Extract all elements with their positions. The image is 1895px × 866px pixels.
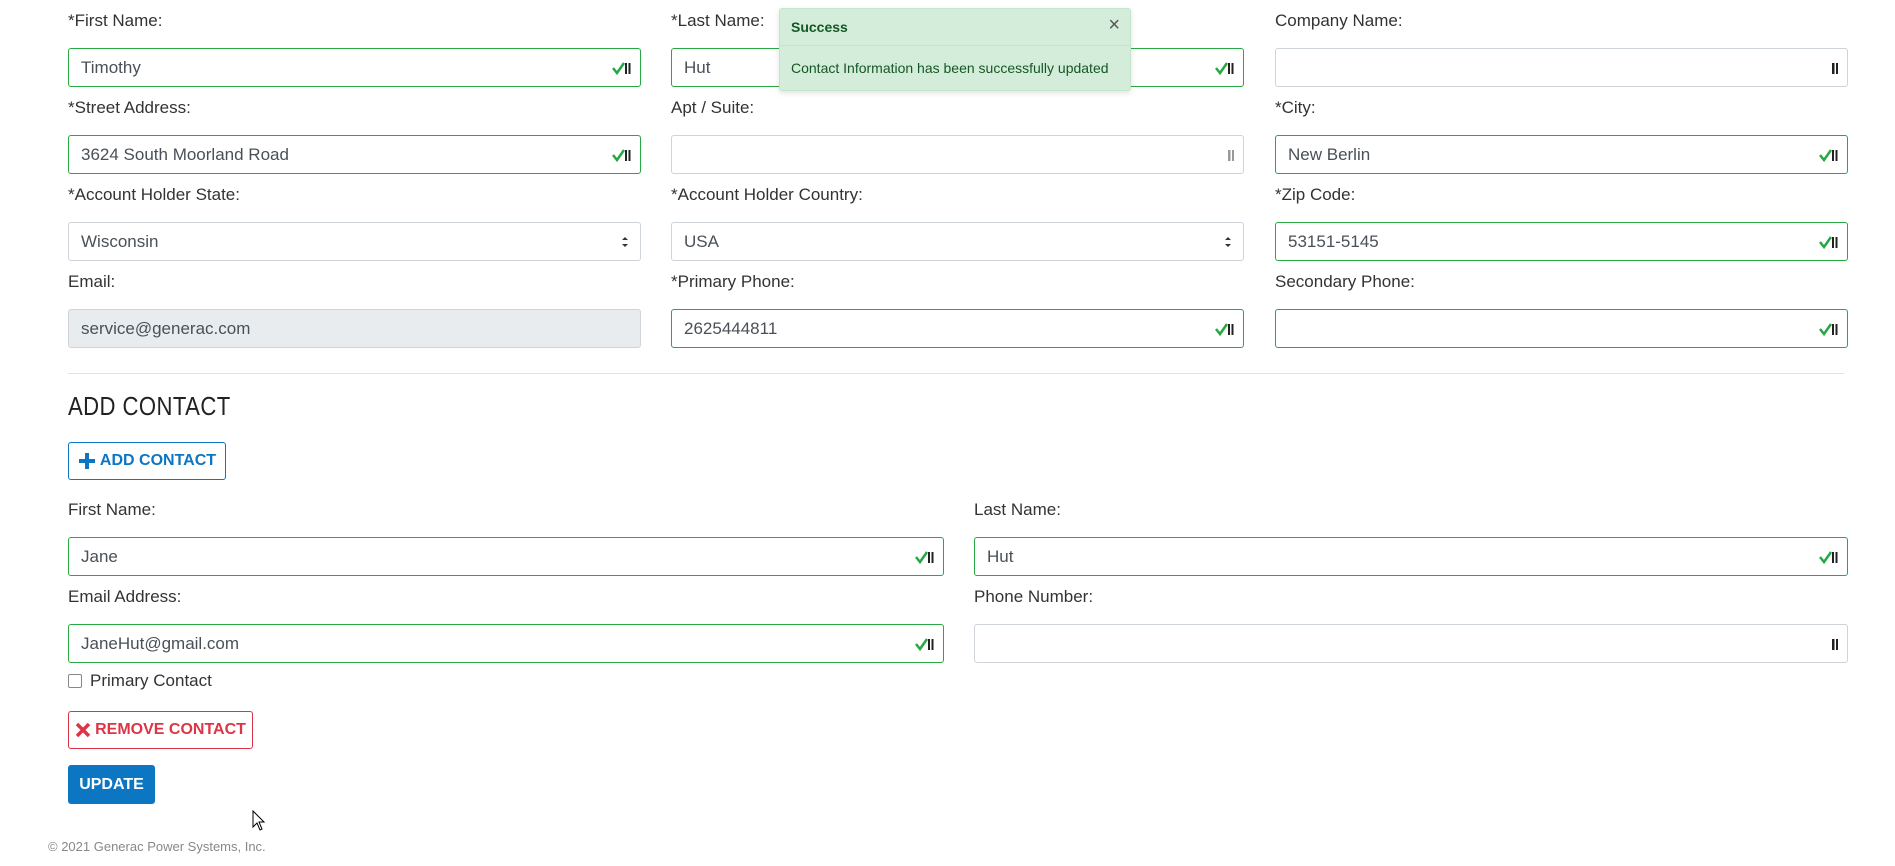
street-address-input[interactable]: 3624 South Moorland Road	[68, 135, 641, 174]
primary-phone-label: *Primary Phone:	[671, 272, 795, 291]
email-label: Email:	[68, 272, 116, 291]
contact-last-name-field: Last Name: Hut	[974, 499, 1848, 576]
contact-phone-field: Phone Number:	[974, 586, 1848, 663]
footer-copyright: © 2021 Generac Power Systems, Inc.	[48, 839, 266, 854]
secondary-phone-input[interactable]	[1275, 309, 1848, 348]
email-value: service@generac.com	[81, 319, 251, 338]
contact-phone-label: Phone Number:	[974, 587, 1094, 606]
email-field: Email: service@generac.com	[68, 271, 641, 348]
first-name-input[interactable]: Timothy	[68, 48, 641, 87]
update-button-label: UPDATE	[79, 775, 144, 793]
contact-first-name-input[interactable]: Jane	[68, 537, 944, 576]
primary-phone-field: *Primary Phone: 2625444811	[671, 271, 1244, 348]
valid-check-icon	[1819, 551, 1838, 565]
apt-suite-input[interactable]	[671, 135, 1244, 174]
section-divider	[68, 373, 1844, 374]
street-address-value: 3624 South Moorland Road	[81, 145, 289, 164]
contact-phone-input[interactable]	[974, 624, 1848, 663]
street-address-field: *Street Address: 3624 South Moorland Roa…	[68, 97, 641, 174]
country-value: USA	[684, 232, 719, 251]
state-label: *Account Holder State:	[68, 185, 240, 204]
street-address-label: *Street Address:	[68, 98, 191, 117]
contact-first-name-value: Jane	[81, 547, 118, 566]
city-label: *City:	[1275, 98, 1316, 117]
add-contact-button-label: ADD CONTACT	[99, 452, 217, 469]
company-name-field: Company Name:	[1275, 10, 1848, 87]
state-value: Wisconsin	[81, 232, 159, 251]
country-label: *Account Holder Country:	[671, 185, 863, 204]
toast-message: Contact Information has been successfull…	[791, 60, 1109, 76]
valid-check-icon	[1819, 323, 1838, 337]
primary-phone-input[interactable]: 2625444811	[671, 309, 1244, 348]
contact-email-label: Email Address:	[68, 587, 182, 606]
first-name-field: *First Name: Timothy	[68, 10, 641, 87]
toast-title: Success	[791, 19, 848, 35]
contact-last-name-label: Last Name:	[974, 500, 1061, 519]
password-manager-icon[interactable]	[1819, 60, 1839, 76]
first-name-label: *First Name:	[68, 11, 163, 30]
last-name-value: Hut	[684, 58, 711, 77]
password-manager-icon[interactable]	[1819, 636, 1839, 652]
contact-email-input[interactable]: JaneHut@gmail.com	[68, 624, 944, 663]
select-caret-icon	[622, 237, 628, 247]
primary-contact-row: Primary Contact	[68, 669, 212, 693]
close-icon[interactable]: ×	[1108, 15, 1120, 35]
contact-last-name-value: Hut	[987, 547, 1014, 566]
primary-phone-value: 2625444811	[684, 319, 778, 338]
remove-contact-button[interactable]: REMOVE CONTACT	[68, 711, 253, 749]
zip-value: 53151-5145	[1288, 232, 1379, 251]
toast-header: Success ×	[780, 9, 1130, 46]
city-value: New Berlin	[1288, 145, 1371, 164]
state-field: *Account Holder State: Wisconsin	[68, 184, 641, 261]
mouse-cursor-icon	[252, 810, 266, 831]
company-name-label: Company Name:	[1275, 11, 1403, 30]
add-contact-heading: ADD CONTACT	[68, 391, 231, 421]
state-select[interactable]: Wisconsin	[68, 222, 641, 261]
contact-first-name-field: First Name: Jane	[68, 499, 944, 576]
contact-last-name-input[interactable]: Hut	[974, 537, 1848, 576]
valid-check-icon	[1215, 62, 1234, 76]
zip-input[interactable]: 53151-5145	[1275, 222, 1848, 261]
x-icon	[75, 722, 91, 738]
apt-suite-field: Apt / Suite:	[671, 97, 1244, 174]
valid-check-icon	[1819, 149, 1838, 163]
password-manager-icon[interactable]	[1215, 147, 1235, 163]
remove-contact-button-label: REMOVE CONTACT	[95, 721, 246, 738]
update-button[interactable]: UPDATE	[68, 765, 155, 804]
apt-suite-label: Apt / Suite:	[671, 98, 755, 117]
valid-check-icon	[1819, 236, 1838, 250]
valid-check-icon	[915, 638, 934, 652]
secondary-phone-label: Secondary Phone:	[1275, 272, 1415, 291]
email-input: service@generac.com	[68, 309, 641, 348]
valid-check-icon	[612, 62, 631, 76]
contact-email-value: JaneHut@gmail.com	[81, 634, 240, 653]
contact-email-field: Email Address: JaneHut@gmail.com	[68, 586, 944, 663]
primary-contact-label[interactable]: Primary Contact	[90, 671, 212, 691]
zip-field: *Zip Code: 53151-5145	[1275, 184, 1848, 261]
valid-check-icon	[915, 551, 934, 565]
city-input[interactable]: New Berlin	[1275, 135, 1848, 174]
company-name-input[interactable]	[1275, 48, 1848, 87]
city-field: *City: New Berlin	[1275, 97, 1848, 174]
country-select[interactable]: USA	[671, 222, 1244, 261]
contact-first-name-label: First Name:	[68, 500, 156, 519]
valid-check-icon	[1215, 323, 1234, 337]
primary-contact-checkbox[interactable]	[68, 674, 82, 688]
success-toast: Success × Contact Information has been s…	[779, 8, 1131, 91]
plus-icon	[78, 453, 95, 469]
first-name-value: Timothy	[81, 58, 141, 77]
secondary-phone-field: Secondary Phone:	[1275, 271, 1848, 348]
zip-label: *Zip Code:	[1275, 185, 1356, 204]
add-contact-button[interactable]: ADD CONTACT	[68, 442, 226, 480]
select-caret-icon	[1225, 237, 1231, 247]
valid-check-icon	[612, 149, 631, 163]
country-field: *Account Holder Country: USA	[671, 184, 1244, 261]
